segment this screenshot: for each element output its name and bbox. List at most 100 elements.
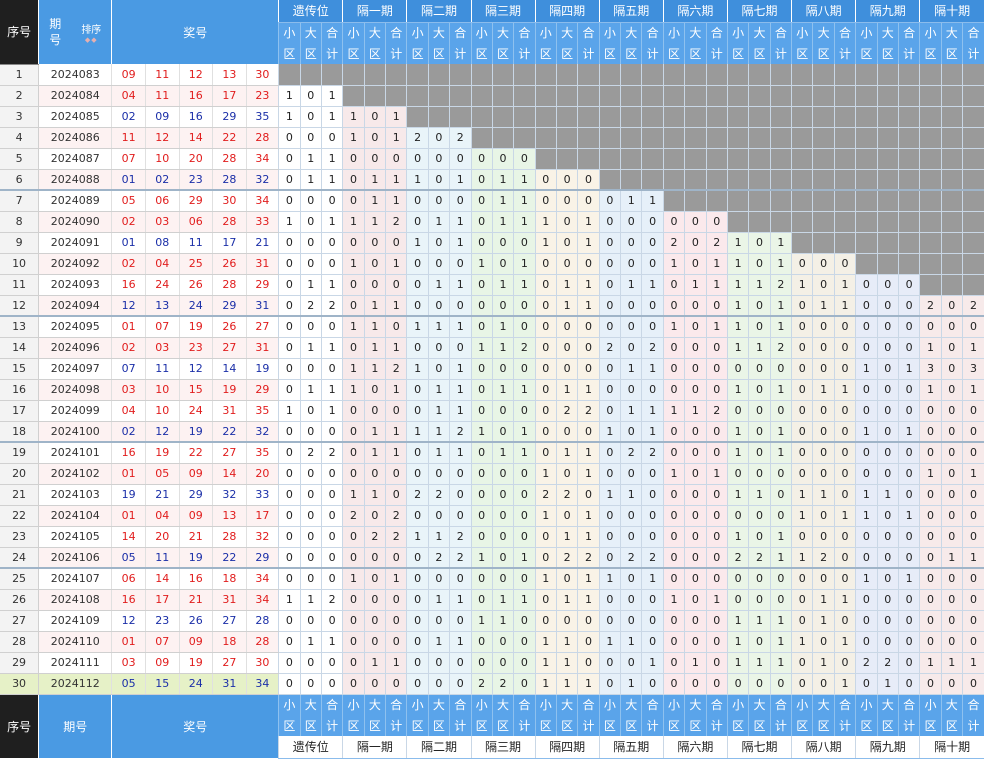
- footer-sub-sub_big-top: 大: [427, 694, 450, 715]
- row-issue: 2024105: [38, 526, 112, 548]
- blank-cell: [470, 64, 493, 86]
- stat-cell: 1: [470, 337, 493, 359]
- footer-sub-sub_small-bottom: 区: [406, 715, 429, 736]
- stat-cell: 0: [278, 295, 301, 317]
- prize-number: 06: [111, 567, 146, 590]
- stat-cell: 0: [406, 379, 429, 401]
- blank-cell: [791, 169, 813, 191]
- blank-cell: [363, 85, 386, 107]
- footer-sub-sub_big-top: 大: [748, 694, 771, 715]
- prize-number: 06: [178, 211, 213, 233]
- blank-cell: [748, 148, 771, 170]
- footer-sub-sub_big-top: 大: [620, 694, 642, 715]
- footer-sub-sub_small-top: 小: [534, 694, 557, 715]
- stat-cell: 0: [791, 253, 813, 275]
- stat-cell: 0: [876, 315, 899, 338]
- stat-cell: 1: [363, 441, 386, 464]
- stat-cell: 1: [384, 567, 407, 590]
- stat-cell: 1: [961, 547, 984, 569]
- blank-cell: [791, 64, 813, 86]
- stat-cell: 0: [684, 589, 707, 611]
- stat-cell: 0: [940, 441, 963, 464]
- stat-cell: 0: [491, 148, 514, 170]
- table-row: 6 2024088 01 02 23 28 32 0 1 1 0 1 1 1 0 1 0 1 1 0 0 0: [0, 169, 984, 191]
- stat-cell: 0: [791, 379, 813, 401]
- stat-cell: 0: [876, 526, 899, 548]
- stat-cell: 0: [384, 274, 407, 296]
- stat-cell: 0: [620, 589, 642, 611]
- prize-number: 01: [111, 315, 146, 338]
- blank-cell: [427, 106, 450, 128]
- blank-cell: [748, 106, 771, 128]
- stat-cell: 0: [513, 232, 536, 254]
- stat-cell: 0: [641, 315, 664, 338]
- group-header-8: 隔八期: [791, 0, 856, 23]
- stat-cell: 0: [684, 484, 707, 506]
- stat-cell: 0: [897, 631, 920, 653]
- stat-cell: 0: [855, 274, 878, 296]
- blank-cell: [449, 64, 471, 86]
- stat-cell: 1: [363, 358, 386, 380]
- stat-cell: 1: [491, 337, 514, 359]
- blank-cell: [855, 232, 878, 254]
- stat-cell: 0: [684, 232, 707, 254]
- prize-number: 34: [245, 189, 279, 212]
- stat-cell: 0: [555, 211, 578, 233]
- row-issue: 2024093: [38, 274, 112, 296]
- stat-cell: 0: [427, 358, 450, 380]
- table-row: 21 2024103 19 21 29 32 33 0 0 0 1 1 0 2 2 0 0 0 0 2 2 0 1 1 0 0 0 0…: [0, 484, 984, 506]
- stat-cell: 0: [705, 610, 728, 632]
- prize-number: 09: [178, 463, 213, 485]
- blank-cell: [620, 148, 642, 170]
- footer-sub-sub_small-bottom: 区: [470, 715, 493, 736]
- stat-cell: 0: [940, 526, 963, 548]
- footer-sub-sub_big-top: 大: [299, 694, 322, 715]
- sort-button[interactable]: 排序 ◆◆: [81, 21, 101, 44]
- stat-cell: 0: [684, 631, 707, 653]
- stat-cell: 0: [833, 253, 856, 275]
- prize-number: 22: [212, 421, 247, 443]
- stat-cell: 0: [278, 127, 301, 149]
- stat-cell: 1: [406, 232, 429, 254]
- stat-cell: 0: [620, 315, 642, 338]
- stat-cell: 0: [513, 463, 536, 485]
- footer-group-label-8: 隔八期: [791, 736, 856, 759]
- row-issue: 2024086: [38, 127, 112, 149]
- prize-number: 19: [178, 421, 213, 443]
- table-row: 9 2024091 01 08 11 17 21 0 0 0 0 0 0 1 0 1 0 0 0 1 0 1 0 0 0 2 0 2 1…: [0, 232, 984, 254]
- stat-cell: 0: [342, 232, 365, 254]
- blank-cell: [470, 85, 493, 107]
- blank-cell: [919, 253, 942, 275]
- stat-cell: 0: [491, 463, 514, 485]
- blank-cell: [833, 148, 856, 170]
- prize-number: 02: [111, 253, 146, 275]
- blank-cell: [812, 85, 835, 107]
- stat-cell: 0: [363, 589, 386, 611]
- blank-cell: [833, 85, 856, 107]
- stat-cell: 0: [940, 463, 963, 485]
- header-sub-sub_total-top: 合: [897, 22, 920, 43]
- stat-cell: 0: [598, 232, 621, 254]
- header-sub-sub_big-bottom: 区: [427, 43, 450, 64]
- prize-number: 31: [245, 337, 279, 359]
- stat-cell: 0: [342, 589, 365, 611]
- blank-cell: [940, 169, 963, 191]
- prize-number: 32: [245, 526, 279, 548]
- footer-sub-sub_big-top: 大: [940, 694, 963, 715]
- stat-cell: 0: [320, 610, 343, 632]
- stat-cell: 1: [555, 274, 578, 296]
- stat-cell: 1: [812, 589, 835, 611]
- blank-cell: [961, 274, 984, 296]
- table-row: 4 2024086 11 12 14 22 28 0 0 0 1 0 1 2 0 2: [0, 127, 984, 149]
- footer-group-label-2: 隔二期: [406, 736, 471, 759]
- stat-cell: 0: [705, 337, 728, 359]
- row-issue: 2024091: [38, 232, 112, 254]
- stat-cell: 0: [406, 631, 429, 653]
- stat-cell: 1: [726, 379, 749, 401]
- row-issue: 2024100: [38, 421, 112, 443]
- stat-cell: 0: [363, 567, 386, 590]
- stat-cell: 2: [641, 441, 664, 464]
- stat-cell: 1: [342, 211, 365, 233]
- stat-cell: 0: [406, 337, 429, 359]
- stat-cell: 1: [491, 610, 514, 632]
